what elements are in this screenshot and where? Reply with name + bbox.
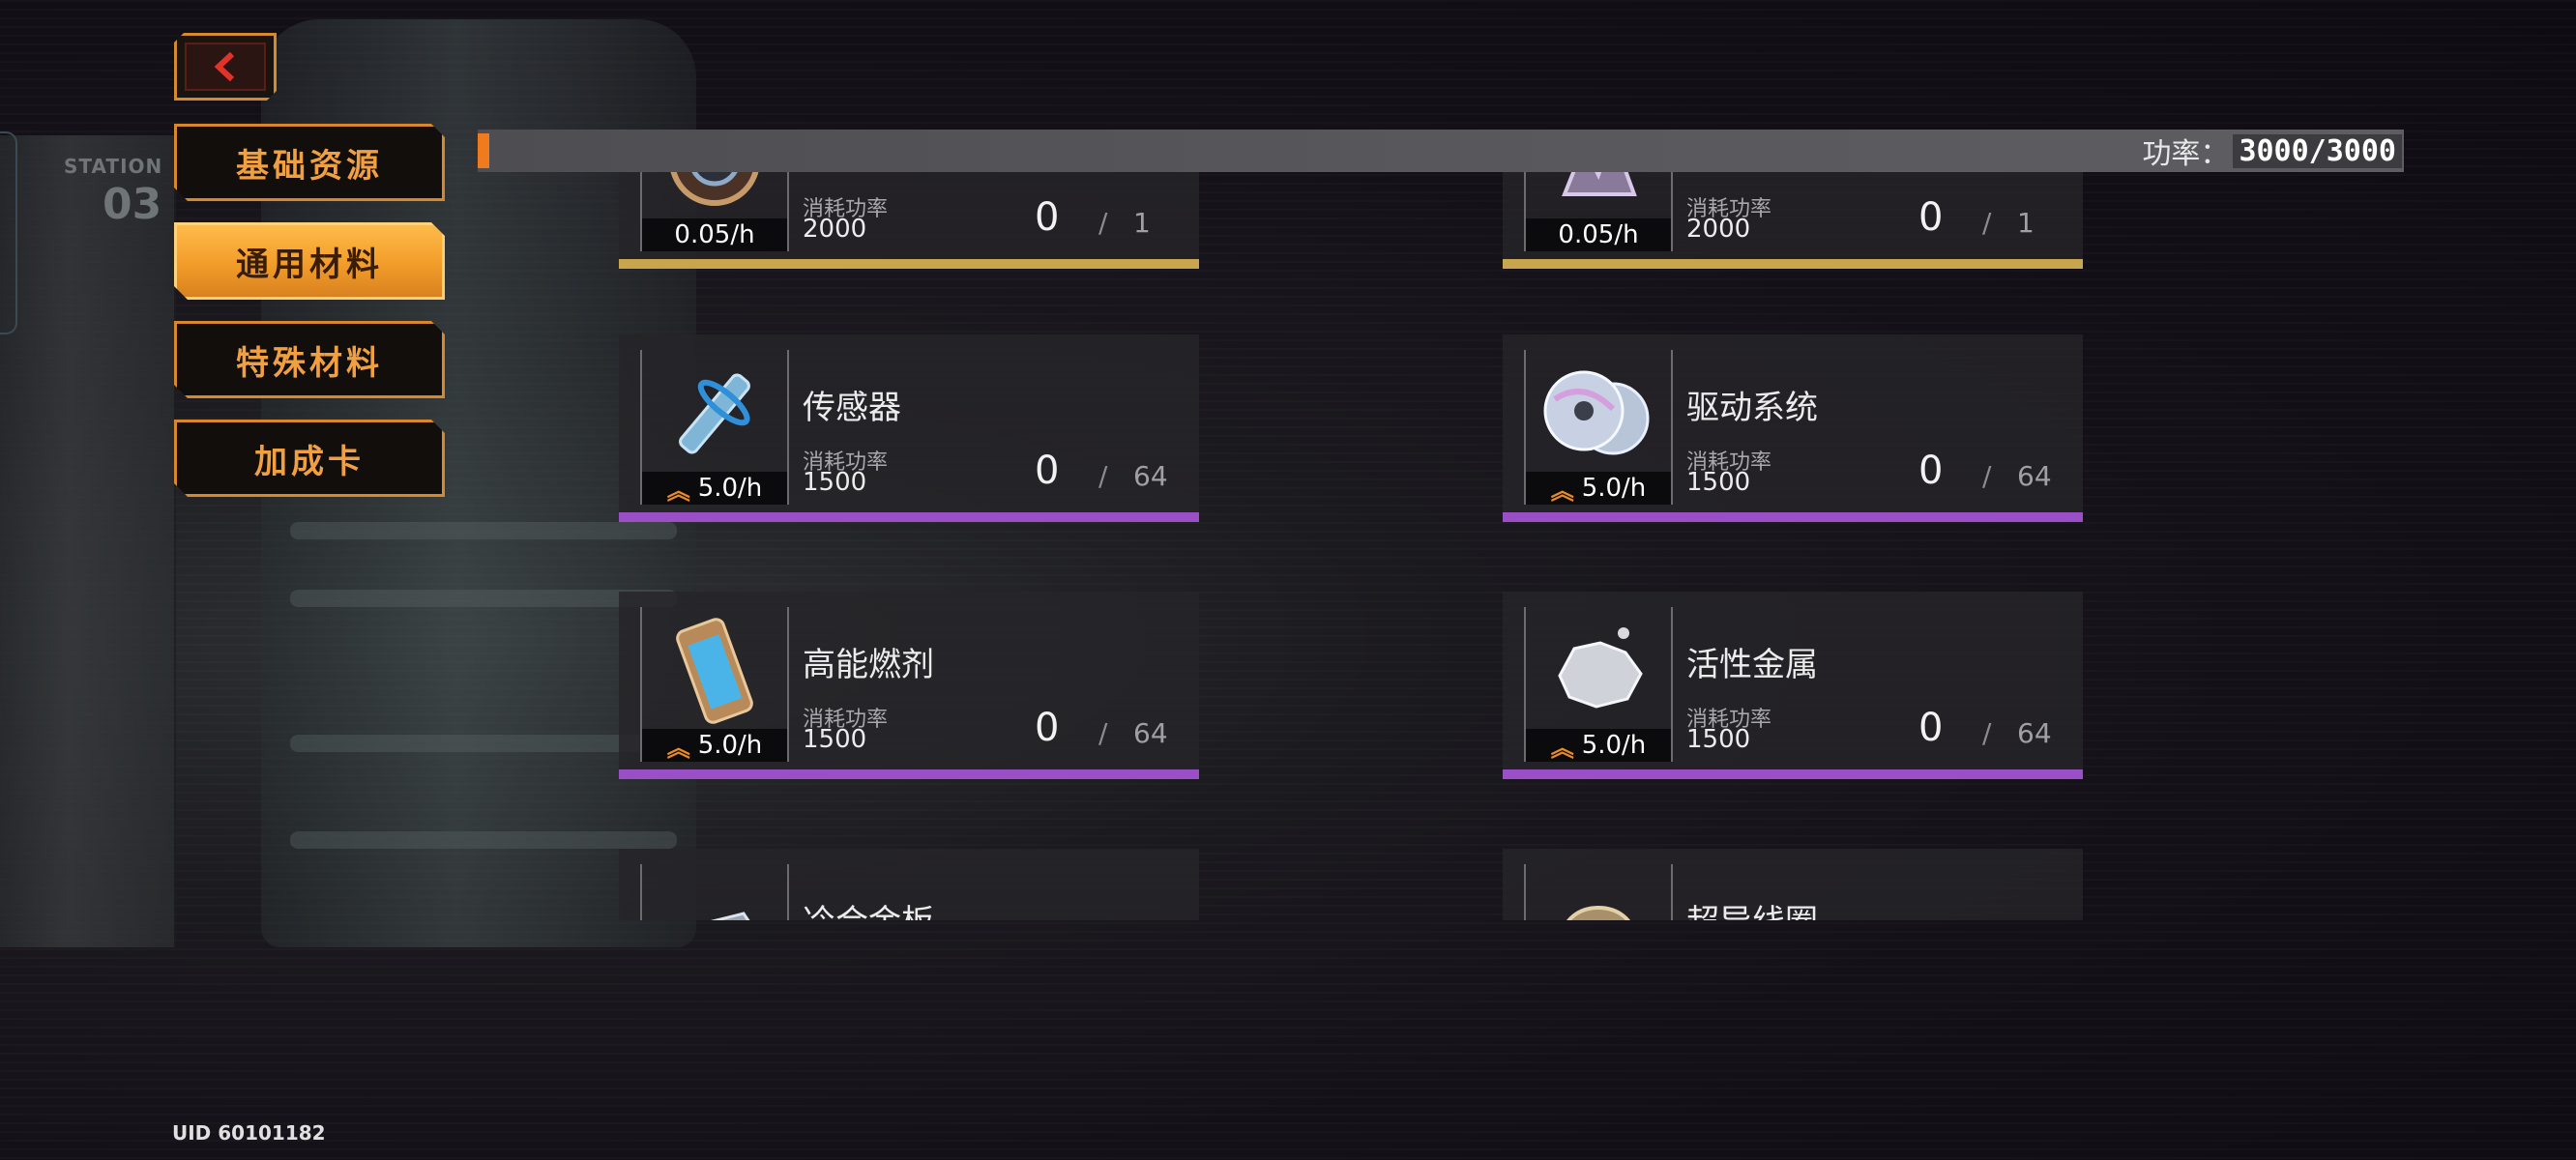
crystal-cluster-icon xyxy=(1536,172,1661,215)
count-separator: / xyxy=(1982,717,1992,749)
production-rate: ︽ 5.0/h xyxy=(1526,729,1671,762)
item-count: 0 xyxy=(1918,449,1944,493)
consume-power-value: 2000 xyxy=(803,215,867,244)
production-card[interactable]: 0.05/h 消耗功率 2000 0 / 1 xyxy=(619,172,1199,269)
production-rate: ︽ 5.0/h xyxy=(642,472,787,505)
alloy-plate-icon xyxy=(652,874,777,920)
back-button-inner xyxy=(185,43,266,91)
rarity-bar xyxy=(1503,512,2083,522)
count-separator: / xyxy=(1098,717,1108,749)
user-id: UID 60101182 xyxy=(172,1121,326,1145)
coil-icon xyxy=(1536,874,1661,920)
tab-bonus-cards[interactable]: 加成卡 xyxy=(174,420,445,497)
station-label: STATION xyxy=(64,155,163,178)
production-card[interactable]: ︽ 5.0/h 驱动系统 消耗功率 1500 0 / 64 xyxy=(1503,334,2083,522)
consume-power-value: 2000 xyxy=(1686,215,1751,244)
production-rate: 0.05/h xyxy=(642,218,787,251)
tab-basic-resources[interactable]: 基础资源 xyxy=(174,124,445,201)
item-icon-frame: 0.05/h xyxy=(1524,172,1673,251)
item-count: 0 xyxy=(1918,706,1944,750)
boost-chevron-icon: ︽ xyxy=(666,734,690,762)
rate-value: 0.05/h xyxy=(1558,220,1639,249)
item-max: 64 xyxy=(2017,717,2052,749)
item-icon-frame: ︽ 5.0/h xyxy=(640,350,789,505)
count-separator: / xyxy=(1098,207,1108,239)
tab-special-materials[interactable]: 特殊材料 xyxy=(174,321,445,398)
clock-gear-icon xyxy=(652,172,777,215)
item-icon-frame: ︽ 5.0/h xyxy=(1524,350,1673,505)
item-count: 0 xyxy=(1918,195,1944,240)
production-card[interactable]: ︽ 5.0/h 活性金属 消耗功率 1500 0 / 64 xyxy=(1503,592,2083,779)
production-list[interactable]: 0.05/h 消耗功率 2000 0 / 1 0.05/h 消耗功率 2000 … xyxy=(580,172,2205,920)
count-separator: / xyxy=(1098,460,1108,492)
production-rate: 0.05/h xyxy=(1526,218,1671,251)
item-count: 0 xyxy=(1035,195,1060,240)
count-separator: / xyxy=(1982,460,1992,492)
consume-power-value: 1500 xyxy=(803,725,867,754)
boost-chevron-icon: ︽ xyxy=(666,477,690,505)
production-rate: ︽ 5.0/h xyxy=(1526,472,1671,505)
station-number: 03 xyxy=(102,180,162,229)
production-card[interactable]: 冷合金板 xyxy=(619,849,1199,920)
item-max: 64 xyxy=(1133,460,1168,492)
rarity-bar xyxy=(1503,259,2083,269)
fuel-canister-icon xyxy=(652,617,777,725)
tab-common-materials[interactable]: 通用材料 xyxy=(174,222,445,300)
power-value: 3000/3000 xyxy=(2233,133,2402,168)
rarity-bar xyxy=(1503,769,2083,779)
item-name: 冷合金板 xyxy=(803,895,934,920)
rarity-bar xyxy=(619,769,1199,779)
power-readout: 功率： 3000/3000 xyxy=(2142,133,2402,171)
rate-value: 0.05/h xyxy=(674,220,755,249)
item-icon-frame: ︽ 5.0/h xyxy=(640,607,789,762)
item-max: 1 xyxy=(2017,207,2034,239)
item-max: 64 xyxy=(2017,460,2052,492)
production-rate: ︽ 5.0/h xyxy=(642,729,787,762)
production-card[interactable]: 超导线圈 xyxy=(1503,849,2083,920)
item-name: 活性金属 xyxy=(1686,646,1818,684)
production-card[interactable]: 0.05/h 消耗功率 2000 0 / 1 xyxy=(1503,172,2083,269)
rate-value: 5.0/h xyxy=(1581,474,1647,503)
item-count: 0 xyxy=(1035,706,1060,750)
boost-chevron-icon: ︽ xyxy=(1550,477,1574,505)
item-icon-frame xyxy=(1524,864,1673,920)
consume-power-value: 1500 xyxy=(803,468,867,497)
power-label: 功率： xyxy=(2142,137,2230,171)
power-bar xyxy=(478,130,2404,172)
chevron-left-icon xyxy=(211,50,240,83)
rarity-bar xyxy=(619,512,1199,522)
consume-power-value: 1500 xyxy=(1686,725,1751,754)
boost-chevron-icon: ︽ xyxy=(1550,734,1574,762)
production-card[interactable]: ︽ 5.0/h 高能燃剂 消耗功率 1500 0 / 64 xyxy=(619,592,1199,779)
item-name: 超导线圈 xyxy=(1686,895,1818,920)
rate-value: 5.0/h xyxy=(697,474,763,503)
item-name: 驱动系统 xyxy=(1686,389,1818,427)
power-bar-accent xyxy=(478,133,489,168)
item-name: 传感器 xyxy=(803,389,901,427)
item-icon-frame: ︽ 5.0/h xyxy=(1524,607,1673,762)
count-separator: / xyxy=(1982,207,1992,239)
side-panel-edge xyxy=(0,131,17,334)
background-station xyxy=(0,135,176,947)
sensor-probe-icon xyxy=(652,360,777,468)
rate-value: 5.0/h xyxy=(1581,731,1647,760)
item-icon-frame xyxy=(640,864,789,920)
metal-ore-icon xyxy=(1536,617,1661,725)
consume-power-value: 1500 xyxy=(1686,468,1751,497)
item-count: 0 xyxy=(1035,449,1060,493)
rarity-bar xyxy=(619,259,1199,269)
disc-drive-icon xyxy=(1536,360,1661,468)
item-max: 1 xyxy=(1133,207,1151,239)
rate-value: 5.0/h xyxy=(697,731,763,760)
production-card[interactable]: ︽ 5.0/h 传感器 消耗功率 1500 0 / 64 xyxy=(619,334,1199,522)
item-max: 64 xyxy=(1133,717,1168,749)
back-button[interactable] xyxy=(174,33,277,101)
item-name: 高能燃剂 xyxy=(803,646,934,684)
item-icon-frame: 0.05/h xyxy=(640,172,789,251)
